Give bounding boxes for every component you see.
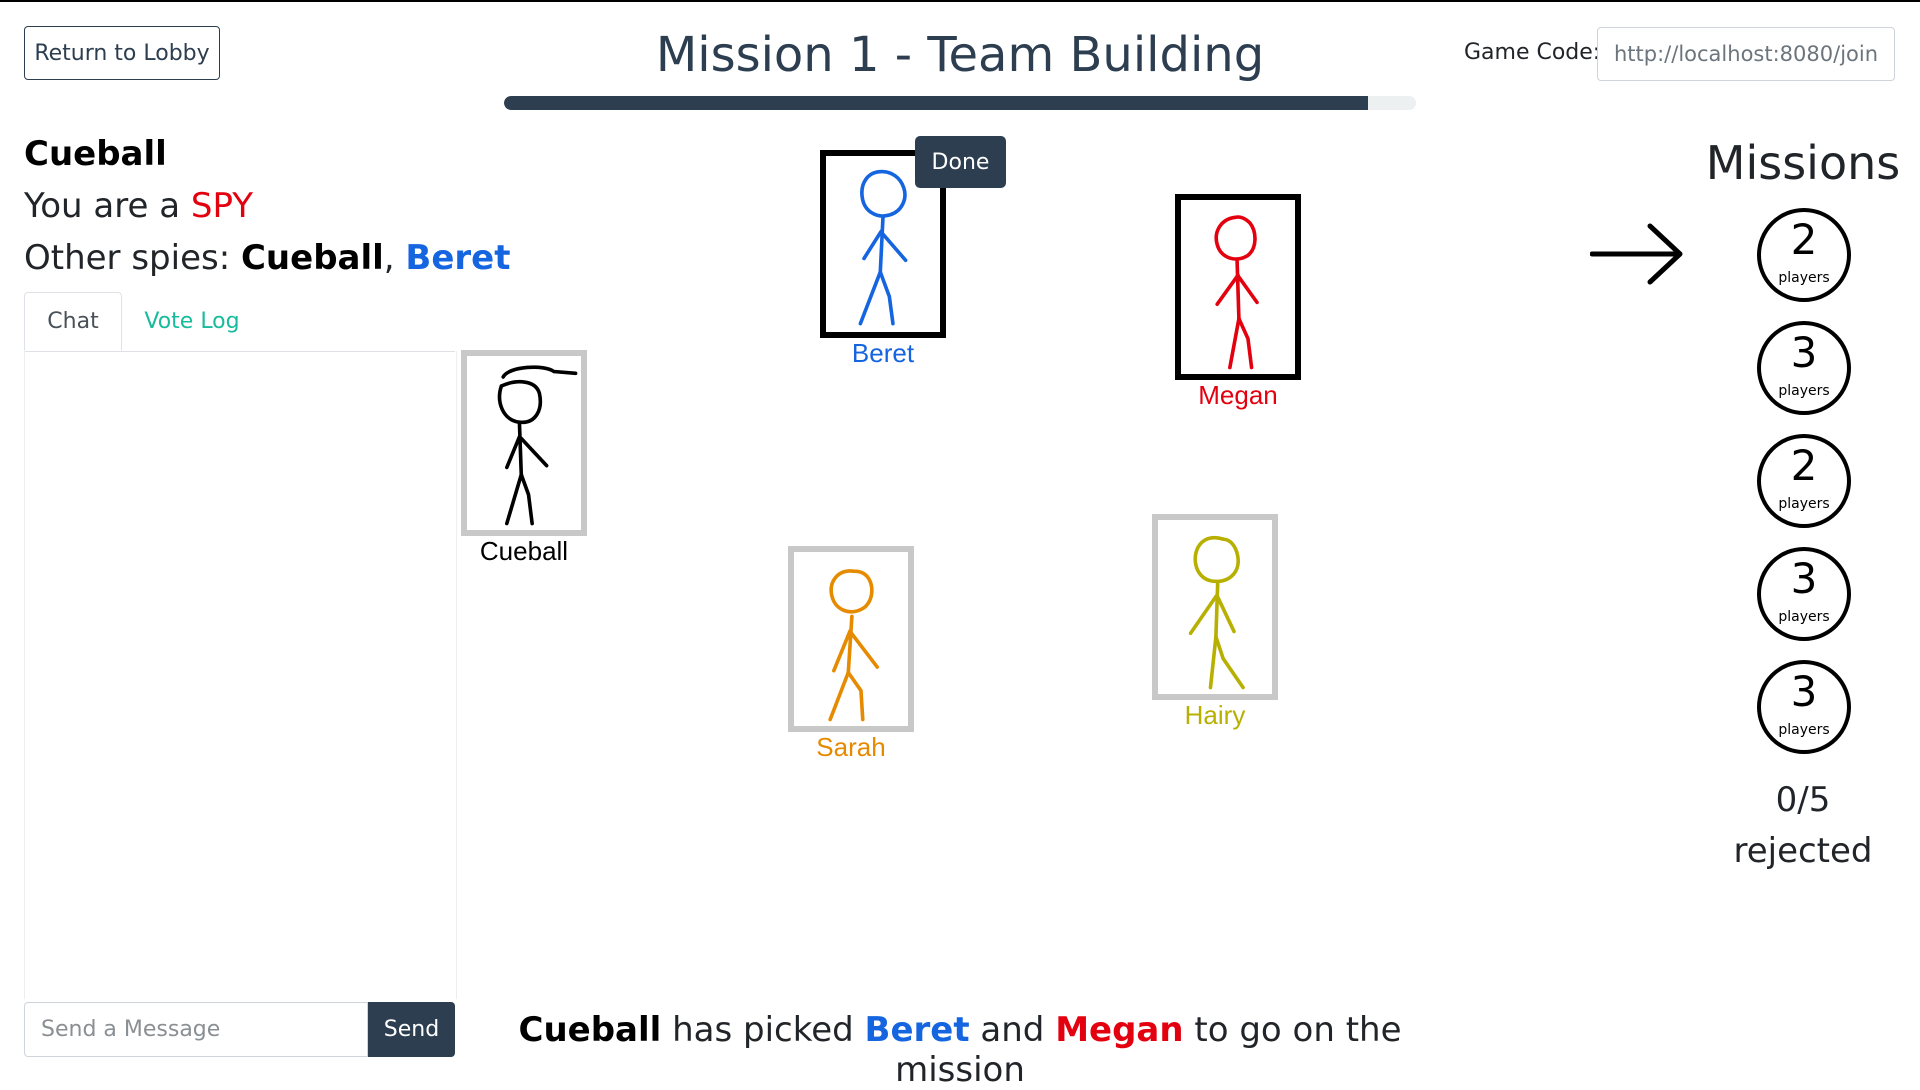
leader-name: Cueball [518, 1010, 662, 1050]
mission-circle: 3 players [1757, 547, 1851, 641]
stick-figure-icon [1214, 215, 1259, 370]
player-name-label: Megan [1198, 380, 1278, 410]
game-code-label: Game Code: [1464, 40, 1601, 65]
chat-messages-area[interactable] [24, 351, 457, 999]
rejected-counter: 0/5 rejected [1700, 775, 1906, 877]
player-name-label: Cueball [479, 536, 569, 566]
message-input[interactable] [24, 1002, 368, 1057]
player-frame [788, 546, 914, 732]
spy-name: Cueball [240, 238, 384, 278]
mission-player-count: 2 [1790, 215, 1818, 264]
status-text: has picked [661, 1010, 865, 1050]
mission-players-label: players [1778, 270, 1830, 286]
mission-players-label: players [1778, 383, 1830, 399]
tab-chat[interactable]: Chat [24, 292, 122, 351]
missions-title: Missions [1705, 136, 1901, 190]
mission-player-count: 2 [1790, 441, 1818, 490]
rejected-count: 0/5 [1775, 780, 1831, 820]
rejected-label: rejected [1733, 831, 1873, 871]
done-button[interactable]: Done [915, 136, 1006, 188]
role-value: SPY [190, 186, 253, 226]
role-line: You are a SPY [24, 186, 253, 226]
tab-vote-log[interactable]: Vote Log [122, 292, 262, 351]
player-frame [1152, 514, 1278, 700]
mission-circle: 3 players [1757, 660, 1851, 754]
status-text: and [969, 1010, 1056, 1050]
player-frame [461, 350, 587, 536]
other-spies-label: Other spies: [24, 238, 241, 278]
return-to-lobby-button[interactable]: Return to Lobby [24, 26, 220, 80]
status-message: Cueball has picked Beret and Megan to go… [504, 1010, 1416, 1090]
picked-player: Beret [864, 1010, 970, 1050]
timer-progress-bar [504, 96, 1416, 110]
game-code-field[interactable] [1597, 27, 1895, 81]
stick-figure-icon [828, 569, 880, 722]
mission-player-count: 3 [1790, 328, 1818, 377]
picked-player: Megan [1055, 1010, 1184, 1050]
mission-player-count: 3 [1790, 667, 1818, 716]
page-title: Mission 1 - Team Building [655, 27, 1265, 83]
mission-player-count: 3 [1790, 554, 1818, 603]
mission-circle: 2 players [1757, 434, 1851, 528]
player-frame [1175, 194, 1301, 380]
mission-circle: 2 players [1757, 208, 1851, 302]
send-button[interactable]: Send [368, 1002, 455, 1057]
other-spies-line: Other spies: Cueball, Beret [24, 238, 510, 278]
chat-tabs: Chat Vote Log [24, 292, 455, 352]
stick-figure-icon [497, 365, 578, 526]
mission-players-label: players [1778, 496, 1830, 512]
current-mission-arrow-icon [1590, 223, 1683, 285]
top-border [0, 0, 1920, 2]
player-name-label: Beret [851, 338, 915, 368]
mission-players-label: players [1778, 722, 1830, 738]
player-name-label: Sarah [816, 732, 886, 762]
mission-players-label: players [1778, 609, 1830, 625]
role-prefix: You are a [24, 186, 191, 226]
mission-circle: 3 players [1757, 321, 1851, 415]
current-player-name: Cueball [24, 134, 167, 174]
spy-separator: , [383, 238, 406, 278]
spy-name: Beret [405, 238, 511, 278]
timer-progress-fill [504, 96, 1368, 110]
stick-figure-icon [1188, 535, 1245, 690]
player-name-label: Hairy [1184, 700, 1246, 730]
